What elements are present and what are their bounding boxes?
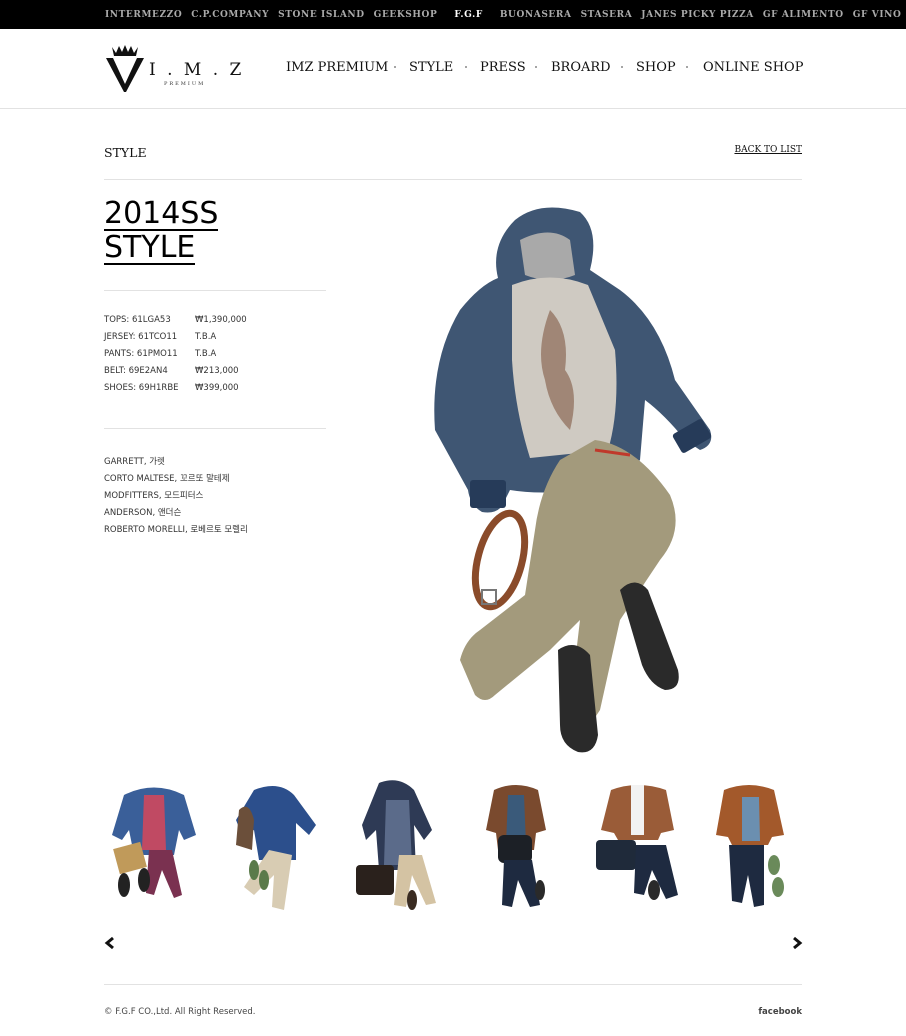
style-title-line-2: STYLE (104, 230, 196, 265)
divider (104, 984, 802, 985)
brand-credit: MODFITTERS, 모드피터스 (104, 491, 204, 501)
style-thumbnail[interactable] (586, 775, 690, 915)
nav-separator (621, 66, 623, 68)
brand-link-stasera[interactable]: STASERA (581, 10, 633, 20)
nav-style[interactable]: STYLE (409, 60, 453, 75)
brand-link-geekshop[interactable]: GEEKSHOP (374, 10, 438, 20)
brand-credit: ROBERTO MORELLI, 로베르토 모렐리 (104, 525, 248, 535)
carousel-prev-arrow[interactable] (104, 936, 116, 950)
brand-links: INTERMEZZO C.P.COMPANY STONE ISLAND GEEK… (105, 0, 906, 29)
nav-separator (394, 66, 396, 68)
spec-row: SHOES: 69H1RBE ₩399,000 (104, 383, 304, 400)
nav-separator (686, 66, 688, 68)
item-spec-list: TOPS: 61LGA53 ₩1,390,000 JERSEY: 61TCO11… (104, 315, 304, 400)
spec-price: T.B.A (195, 332, 217, 342)
divider (104, 290, 326, 291)
style-thumbnail[interactable] (466, 775, 570, 915)
carousel-next-arrow[interactable] (791, 936, 803, 950)
brand-credit: ANDERSON, 앤더슨 (104, 508, 182, 518)
nav-shop[interactable]: SHOP (636, 60, 676, 75)
style-thumbnail[interactable] (344, 775, 448, 915)
style-thumbnail[interactable] (104, 775, 208, 915)
style-thumbnail[interactable] (704, 775, 808, 915)
back-to-list-link[interactable]: BACK TO LIST (734, 145, 802, 155)
style-thumbnail-strip (104, 775, 806, 915)
spec-row: BELT: 69E2AN4 ₩213,000 (104, 366, 304, 383)
brand-link-gf-alimento[interactable]: GF ALIMENTO (763, 10, 844, 20)
copyright-text: © F.G.F CO.,Ltd. All Right Reserved. (104, 1007, 256, 1017)
style-title: 2014SS STYLE (104, 197, 254, 265)
spec-row: PANTS: 61PMO11 T.B.A (104, 349, 304, 366)
style-thumbnail[interactable] (224, 775, 328, 915)
nav-separator (465, 66, 467, 68)
spec-price: T.B.A (195, 349, 217, 359)
brand-link-stone-island[interactable]: STONE ISLAND (278, 10, 365, 20)
spec-price: ₩399,000 (195, 383, 239, 393)
nav-separator (535, 66, 537, 68)
chevron-left-icon (104, 936, 114, 950)
brand-credit: CORTO MALTESE, 꼬르또 말테제 (104, 474, 230, 484)
brand-link-intermezzo[interactable]: INTERMEZZO (105, 10, 182, 20)
facebook-link[interactable]: facebook (758, 1007, 802, 1017)
spec-item: BELT: 69E2AN4 (104, 366, 168, 376)
spec-item: JERSEY: 61TCO11 (104, 332, 178, 342)
nav-imz-premium[interactable]: IMZ PREMIUM (286, 60, 388, 75)
divider (104, 428, 326, 429)
main-nav: IMZ PREMIUM STYLE PRESS BROARD SHOP ONLI… (0, 60, 906, 80)
spec-price: ₩213,000 (195, 366, 239, 376)
spec-item: SHOES: 69H1RBE (104, 383, 179, 393)
divider (104, 179, 802, 180)
chevron-right-icon (793, 936, 803, 950)
spec-row: JERSEY: 61TCO11 T.B.A (104, 332, 304, 349)
brand-link-buonasera[interactable]: BUONASERA (500, 10, 572, 20)
brand-link-janes-picky-pizza[interactable]: JANES PICKY PIZZA (641, 10, 754, 20)
brand-credit: GARRETT, 가렛 (104, 457, 165, 467)
brand-link-gf-vino[interactable]: GF VINO (853, 10, 902, 20)
nav-press[interactable]: PRESS (480, 60, 526, 75)
site-header: I . M . Z PREMIUM IMZ PREMIUM STYLE PRES… (0, 29, 906, 109)
page-title: STYLE (104, 145, 147, 160)
brand-link-fgf[interactable]: F.G.F (454, 10, 483, 20)
spec-item: TOPS: 61LGA53 (104, 315, 171, 325)
brand-bar: INTERMEZZO C.P.COMPANY STONE ISLAND GEEK… (0, 0, 906, 29)
nav-broard[interactable]: BROARD (551, 60, 611, 75)
spec-row: TOPS: 61LGA53 ₩1,390,000 (104, 315, 304, 332)
main-outfit-image (420, 200, 730, 765)
nav-online-shop[interactable]: ONLINE SHOP (703, 60, 803, 75)
brand-link-cp-company[interactable]: C.P.COMPANY (191, 10, 269, 20)
spec-price: ₩1,390,000 (195, 315, 247, 325)
brand-credits: GARRETT, 가렛 CORTO MALTESE, 꼬르또 말테제 MODFI… (104, 455, 248, 540)
style-title-line-1: 2014SS (104, 196, 219, 231)
logo-subtitle: PREMIUM (164, 81, 206, 87)
spec-item: PANTS: 61PMO11 (104, 349, 178, 359)
